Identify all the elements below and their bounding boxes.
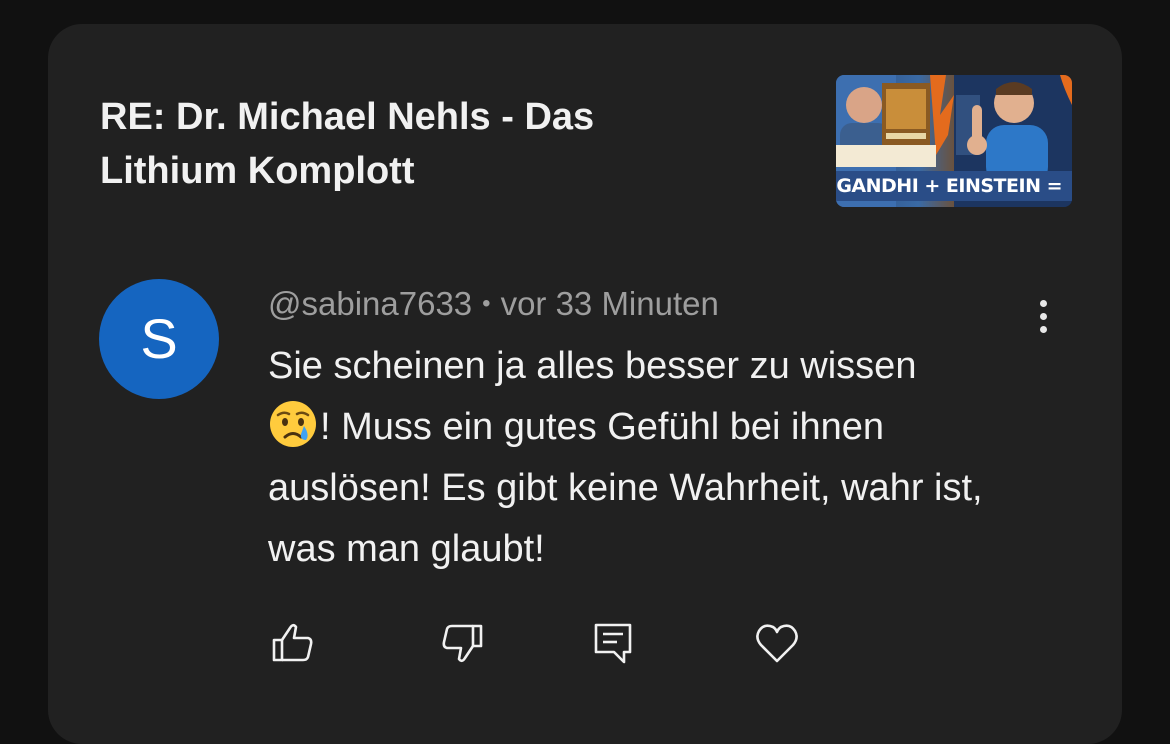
comment-notification-card: RE: Dr. Michael Nehls - Das Lithium Komp… bbox=[48, 24, 1122, 744]
comment-text-part-2: ! Muss ein gutes Gefühl bei ihnen auslös… bbox=[268, 406, 983, 570]
comment-text: Sie scheinen ja alles besser zu wissen !… bbox=[268, 336, 1048, 580]
reply-icon[interactable] bbox=[588, 618, 638, 668]
comment-text-part-1: Sie scheinen ja alles besser zu wissen bbox=[268, 345, 917, 387]
heart-icon[interactable] bbox=[752, 618, 802, 668]
author-handle[interactable]: @sabina7633 bbox=[268, 285, 472, 322]
more-options-icon[interactable] bbox=[1028, 294, 1058, 338]
thumbs-down-icon[interactable] bbox=[437, 618, 487, 668]
avatar[interactable]: S bbox=[99, 279, 219, 399]
meta-separator: • bbox=[482, 290, 491, 317]
video-thumbnail[interactable]: GANDHI + EINSTEIN = ? bbox=[836, 75, 1072, 207]
video-title[interactable]: RE: Dr. Michael Nehls - Das Lithium Komp… bbox=[100, 90, 700, 198]
comment-meta: @sabina7633 • vor 33 Minuten bbox=[268, 282, 719, 326]
thumbnail-caption: GANDHI + EINSTEIN = ? bbox=[836, 171, 1072, 207]
thumbs-up-icon[interactable] bbox=[268, 618, 318, 668]
crying-face-emoji-icon bbox=[270, 401, 316, 447]
comment-timestamp: vor 33 Minuten bbox=[500, 285, 719, 322]
